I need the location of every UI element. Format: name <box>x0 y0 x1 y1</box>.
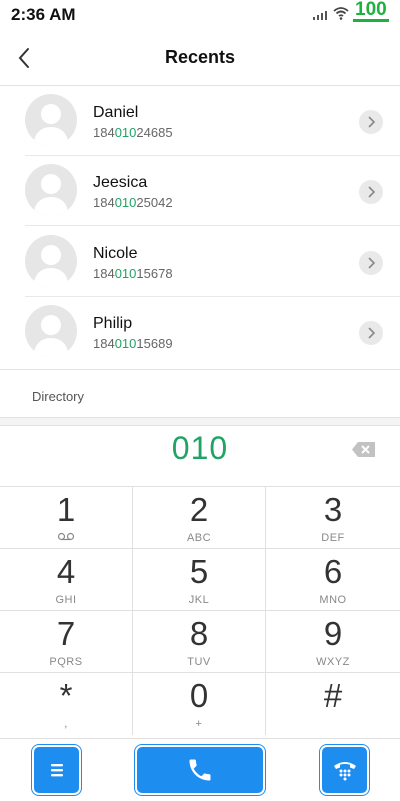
wifi-icon <box>333 7 349 20</box>
key-digit: 0 <box>189 677 209 714</box>
key-7[interactable]: 7 PQRS <box>0 611 133 673</box>
chevron-right-icon[interactable] <box>359 321 383 345</box>
dialpad-button[interactable] <box>322 747 367 793</box>
key-digit: # <box>323 677 343 714</box>
key-digit: 7 <box>56 615 76 652</box>
contact-name: Nicole <box>93 245 138 262</box>
dial-keypad: 1 2 ABC 3 DEF 4 GHI 5 JKL 6 MNO 7 PQRS 8… <box>0 486 400 739</box>
key-digit: 1 <box>56 491 76 528</box>
contact-name: Daniel <box>93 104 139 121</box>
contact-number: 18401024685 <box>93 125 173 140</box>
key-digit: 6 <box>323 553 343 590</box>
key-9[interactable]: 9 WXYZ <box>266 611 400 673</box>
key-2[interactable]: 2 ABC <box>133 487 266 549</box>
key-hash[interactable]: # <box>266 673 400 735</box>
key-letters: TUV <box>187 656 211 668</box>
key-1[interactable]: 1 <box>0 487 133 549</box>
signal-icon <box>313 11 329 20</box>
dialpad-phone-icon <box>333 762 356 781</box>
chevron-right-icon[interactable] <box>359 110 383 134</box>
key-digit: 9 <box>323 615 343 652</box>
directory-label: Directory <box>32 389 85 404</box>
key-letters: DEF <box>321 532 345 544</box>
key-letters: MNO <box>319 594 347 606</box>
phone-icon <box>189 759 211 781</box>
key-digit: 3 <box>323 491 343 528</box>
contact-number: 18401025042 <box>93 195 173 210</box>
contact-name: Philip <box>93 315 133 332</box>
status-time: 2:36 AM <box>11 5 76 24</box>
key-letters: , <box>64 718 68 730</box>
avatar <box>25 235 77 287</box>
avatar <box>25 305 77 357</box>
key-0[interactable]: 0 + <box>133 673 266 735</box>
avatar <box>25 164 77 216</box>
contact-row-nicole[interactable]: Nicole 18401015678 <box>0 227 400 297</box>
avatar <box>25 94 77 146</box>
call-button[interactable] <box>137 747 263 793</box>
menu-icon <box>50 764 63 777</box>
divider <box>0 418 400 426</box>
key-digit: 5 <box>189 553 209 590</box>
contact-number: 18401015689 <box>93 336 173 351</box>
divider <box>25 225 400 226</box>
key-4[interactable]: 4 GHI <box>0 549 133 611</box>
battery-indicator: 100 <box>353 0 389 22</box>
key-digit: * <box>59 677 73 714</box>
key-5[interactable]: 5 JKL <box>133 549 266 611</box>
key-letters: + <box>195 718 203 730</box>
contact-name: Jeesica <box>93 174 148 191</box>
page-title: Recents <box>164 47 236 67</box>
action-bar <box>0 738 400 801</box>
backspace-icon[interactable] <box>351 441 376 458</box>
key-digit: 4 <box>56 553 76 590</box>
key-letters: PQRS <box>49 656 83 668</box>
chevron-right-icon[interactable] <box>359 180 383 204</box>
app-header: Recents <box>0 30 400 86</box>
key-8[interactable]: 8 TUV <box>133 611 266 673</box>
key-letters: ABC <box>186 532 212 544</box>
entered-number: 010 <box>171 430 229 466</box>
contact-row-philip[interactable]: Philip 18401015689 <box>0 297 400 367</box>
key-letters: JKL <box>188 594 210 606</box>
menu-button[interactable] <box>34 747 79 793</box>
key-digit: 2 <box>189 491 209 528</box>
contact-number: 18401015678 <box>93 266 173 281</box>
status-bar: 2:36 AM 100 <box>0 0 400 30</box>
key-6[interactable]: 6 MNO <box>266 549 400 611</box>
chevron-right-icon[interactable] <box>359 251 383 275</box>
contact-row-daniel[interactable]: Daniel 18401024685 <box>0 86 400 156</box>
key-3[interactable]: 3 DEF <box>266 487 400 549</box>
recents-list: Daniel 18401024685 Jeesica 18401025042 N… <box>0 86 400 368</box>
dial-display: 010 <box>0 426 400 486</box>
voicemail-icon <box>57 532 75 541</box>
key-letters: WXYZ <box>316 656 350 668</box>
key-letters: GHI <box>55 594 77 606</box>
key-digit: 8 <box>189 615 209 652</box>
contact-row-jeesica[interactable]: Jeesica 18401025042 <box>0 156 400 226</box>
key-star[interactable]: * , <box>0 673 133 735</box>
directory-section[interactable]: Directory <box>0 369 400 418</box>
